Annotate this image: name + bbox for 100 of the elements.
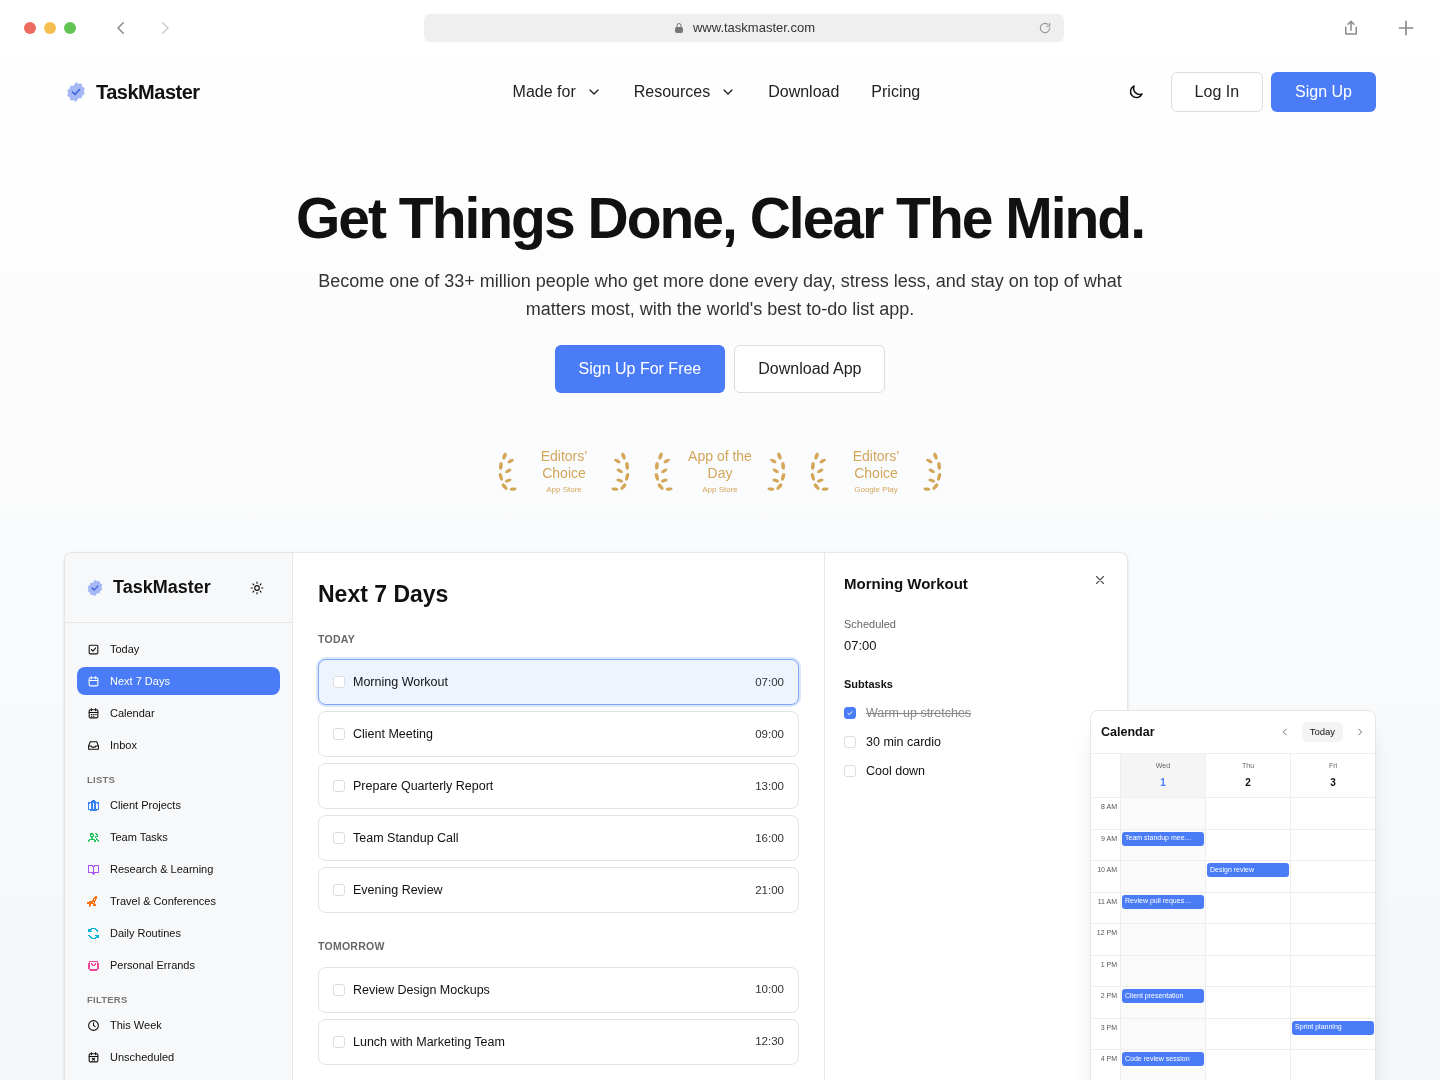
sidebar-item[interactable]: Next 7 Days [77,667,280,695]
task-time: 21:00 [755,882,784,898]
logo-icon [64,80,88,104]
checkbox-icon [87,642,100,656]
task-title: Prepare Quarterly Report [353,777,494,795]
task-time: 09:00 [755,726,784,742]
award-title: Editors’ Choice [851,448,901,482]
task-row[interactable]: Client Meeting 09:00 [318,711,799,758]
task-checkbox[interactable] [333,780,345,793]
award-source: App Store [702,484,738,496]
new-tab-icon [1396,18,1416,38]
task-checkbox[interactable] [333,728,345,741]
logo-icon [85,577,105,598]
section-heading: LISTS [86,773,117,787]
calendar-icon [87,706,100,720]
nav-link[interactable]: Pricing [871,80,921,104]
log-in-button[interactable]: Log In [1170,72,1264,112]
share-icon [1342,19,1360,37]
task-row[interactable]: Team Standup Call 16:00 [318,815,799,862]
task-title: Client Meeting [353,725,433,743]
sidebar-item[interactable]: Unscheduled [77,1043,280,1072]
laurel-icon [652,450,674,494]
task-checkbox[interactable] [333,884,345,897]
field-label: Scheduled [844,616,897,632]
chevron-right-icon [1355,727,1365,737]
subtask-label: Cool down [866,762,926,780]
award-source: Google Play [854,484,898,496]
minimize-window-button[interactable] [44,22,56,34]
sidebar-item[interactable]: Inbox [77,731,280,759]
task-checkbox[interactable] [333,676,345,689]
subtask-checkbox[interactable] [844,707,856,720]
group-heading: TOMORROW [318,939,386,955]
close-icon [1093,573,1107,587]
scheduled-time: 07:00 [844,637,878,655]
laurel-icon [766,450,788,494]
sun-icon [250,580,264,595]
detail-title: Morning Workout [844,574,968,594]
task-checkbox[interactable] [333,984,345,996]
close-window-button[interactable] [24,22,36,34]
laurel-icon [922,450,944,494]
close-button[interactable] [1093,573,1107,587]
sidebar-item[interactable]: Daily Routines [77,919,280,948]
sidebar-item[interactable]: Research & Learning [77,855,280,884]
address-bar[interactable]: www.taskmaster.com [424,14,1064,42]
task-checkbox[interactable] [333,1036,345,1048]
calendar-icon [87,1051,100,1064]
sidebar-item[interactable]: Today [77,635,280,663]
sidebar-item[interactable]: This Week [77,1011,280,1040]
sidebar-item[interactable]: Personal Errands [77,951,280,980]
task-row[interactable]: Morning Workout 07:00 [318,659,799,706]
sidebar-item[interactable]: Team Tasks [77,823,280,852]
laurel-icon [808,450,830,494]
maximize-window-button[interactable] [64,22,76,34]
reload-icon [1038,21,1052,35]
nav-link[interactable]: Download [768,80,840,104]
task-row[interactable]: Review Design Mockups 10:00 [318,967,799,1013]
task-title: Lunch with Marketing Team [353,1033,505,1051]
lock-icon [672,22,685,34]
subtask-label: Warm-up stretches [866,705,972,722]
task-title: Evening Review [353,881,443,899]
calendar-title: Calendar [1101,723,1155,741]
task-title: Review Design Mockups [353,981,490,999]
sign-up-free-button[interactable]: Sign Up For Free [554,345,726,393]
task-title: Morning Workout [353,673,448,691]
section-heading: FILTERS [86,993,129,1008]
logo-text: TaskMaster [96,80,200,105]
calendar-icon [87,674,100,688]
task-checkbox[interactable] [333,832,345,845]
task-row[interactable]: Prepare Quarterly Report 13:00 [318,763,799,810]
sidebar-item[interactable]: Travel & Conferences [77,887,280,916]
download-app-button[interactable]: Download App [734,345,886,393]
task-time: 13:00 [755,778,784,794]
inbox-icon [87,738,100,752]
task-title: Team Standup Call [353,829,459,847]
sidebar-item[interactable]: Calendar [77,699,280,727]
next-button[interactable] [1355,727,1365,737]
page-title: Next 7 Days [318,580,450,609]
task-time: 16:00 [755,830,784,846]
nav-link[interactable]: Resources [633,80,737,104]
logo-text: TaskMaster [113,576,211,599]
checkmark-icon [846,709,854,718]
url-text: www.taskmaster.com [692,19,816,38]
sidebar-item[interactable]: Client Projects [77,791,280,820]
subtask-label: 30 min cardio [866,733,942,751]
award-title: Editors’ Choice [539,448,589,482]
task-time: 07:00 [755,674,784,690]
hero-subtitle: Become one of 33+ million people who get more done every day, stress less, and stay on top of what matters most, with the world's best to-do list app. [317,270,1123,321]
award-source: App Store [546,484,582,496]
task-time: 12:30 [755,1034,784,1050]
clock-icon [87,1019,100,1032]
group-heading: TODAY [318,631,356,647]
task-time: 10:00 [755,982,784,998]
task-row[interactable]: Lunch with Marketing Team 12:30 [318,1019,799,1065]
task-row[interactable]: Evening Review 21:00 [318,867,799,914]
sign-up-button[interactable]: Sign Up [1271,72,1376,112]
field-label: Subtasks [844,676,894,692]
laurel-icon [496,450,518,494]
today-button[interactable]: Today [1301,722,1343,742]
nav-link[interactable]: Made for [512,80,602,104]
award-title: App of the Day [688,448,752,482]
